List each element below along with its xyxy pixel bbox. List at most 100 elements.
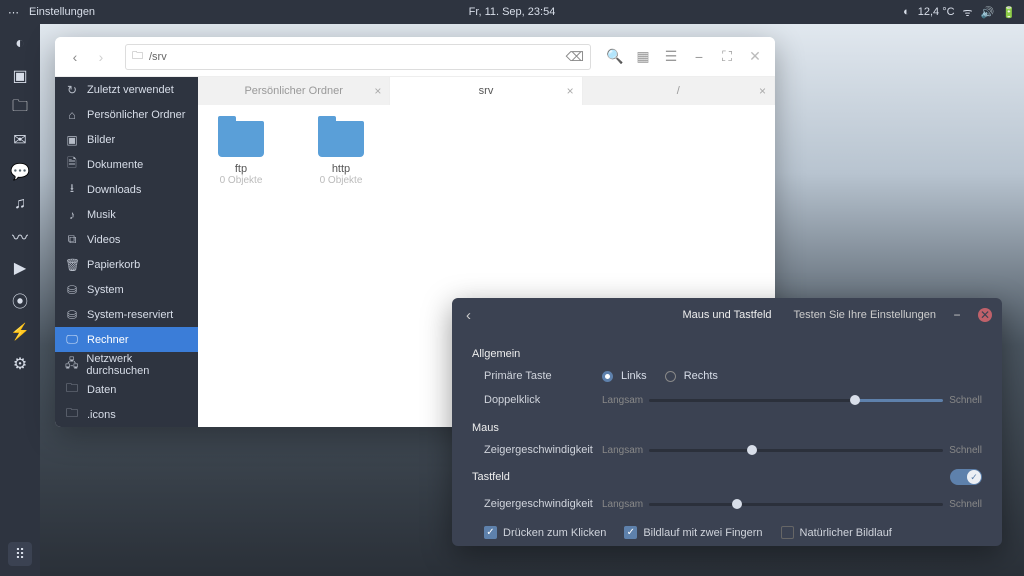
tap-to-click-checkbox[interactable]: ✓Drücken zum Klicken [484, 526, 606, 539]
home-icon: ⌂ [65, 108, 79, 122]
doc-icon: 🗎 [65, 154, 79, 175]
clock[interactable]: Fr, 11. Sep, 23:54 [469, 6, 556, 18]
sidebar-item-system[interactable]: ⛁System [55, 277, 198, 302]
sidebar-item--icons[interactable]: 🗀 .icons [55, 402, 198, 427]
dock-app-terminal-icon[interactable]: ▣ [10, 66, 30, 86]
radio-left-label: Links [621, 370, 647, 382]
sidebar-item-label: .icons [87, 409, 116, 421]
sidebar-item-rechner[interactable]: 🖵Rechner [55, 327, 198, 352]
sidebar-item-label: Papierkorb [87, 259, 140, 271]
sidebar-item-netzwerk-durchsuchen[interactable]: 🖧 Netzwerk durchsuchen [55, 352, 198, 377]
hdd-icon: ⛁ [65, 308, 79, 322]
fast-label: Schnell [949, 395, 982, 406]
wifi-icon[interactable]: ᯤ [963, 5, 973, 20]
video-icon: ⧉ [65, 232, 79, 247]
dock-app-firefox-icon[interactable]: ◐ [10, 34, 30, 54]
back-button[interactable]: ‹ [63, 45, 87, 69]
fast-label: Schnell [949, 499, 982, 510]
maximize-icon[interactable]: ⛶ [715, 45, 739, 69]
search-icon[interactable]: 🔍 [603, 45, 627, 69]
radio-right[interactable] [665, 371, 676, 382]
dock-app-tool-icon[interactable]: ⦿ [10, 290, 30, 310]
dock-app-files-icon[interactable]: 🗀 [10, 98, 30, 118]
touchpad-toggle[interactable] [950, 469, 982, 485]
folder-http[interactable]: http0 Objekte [306, 121, 376, 186]
sidebar-item-dokumente[interactable]: 🗎 Dokumente [55, 152, 198, 177]
volume-icon[interactable]: 🔊 [981, 6, 995, 19]
weather-temp[interactable]: 12,4 °C [918, 6, 955, 18]
doubleclick-label: Doppelklick [472, 394, 602, 406]
folder-icon [318, 121, 364, 157]
sidebar-item-label: Persönlicher Ordner [87, 109, 185, 121]
file-name: http [332, 163, 350, 175]
dock-app-settings-icon[interactable]: ⚙ [10, 354, 30, 374]
doubleclick-slider[interactable] [649, 399, 943, 402]
path-bar[interactable]: 🗀 /srv ⌫ [125, 44, 591, 70]
network-icon: 🖧 [65, 354, 78, 375]
sw-minimize-icon[interactable]: − [950, 308, 964, 322]
sidebar-item-label: Dokumente [87, 159, 143, 171]
tab-label: Persönlicher Ordner [244, 85, 342, 97]
computer-icon: 🖵 [65, 332, 79, 347]
sidebar-item-pers-nlicher-ordner[interactable]: ⌂ Persönlicher Ordner [55, 102, 198, 127]
dock-all-apps-icon[interactable]: ⠿ [8, 542, 32, 566]
clear-path-icon[interactable]: ⌫ [566, 49, 584, 65]
test-settings-button[interactable]: Testen Sie Ihre Einstellungen [794, 309, 936, 321]
fm-header-bar: ‹ › 🗀 /srv ⌫ 🔍 ▦ ☰ − ⛶ ✕ [55, 37, 775, 77]
dock-app-chat-icon[interactable]: 💬 [10, 162, 30, 182]
close-icon[interactable]: ✕ [743, 45, 767, 69]
dock-app-mail-icon[interactable]: ✉ [10, 130, 30, 150]
sidebar-item-downloads[interactable]: ⭳Downloads [55, 177, 198, 202]
battery-icon[interactable]: 🔋 [1002, 6, 1016, 19]
sidebar-item-musik[interactable]: ♪Musik [55, 202, 198, 227]
tab-close-icon[interactable]: × [374, 84, 381, 98]
file-name: ftp [235, 163, 247, 175]
touch-speed-slider[interactable] [649, 503, 943, 506]
back-icon[interactable]: ‹ [462, 303, 475, 328]
sw-close-icon[interactable]: ✕ [978, 308, 992, 322]
sidebar-item-bilder[interactable]: ▣Bilder [55, 127, 198, 152]
natural-scroll-checkbox[interactable]: Natürlicher Bildlauf [781, 526, 892, 539]
dock-app-music-icon[interactable]: ♫ [10, 194, 30, 214]
tab-label: / [677, 85, 680, 97]
tab-pers-nlicher-ordner[interactable]: Persönlicher Ordner × [198, 77, 390, 105]
section-mouse: Maus [472, 422, 982, 434]
folder-icon: 🗀 [65, 404, 79, 425]
app-label[interactable]: Einstellungen [29, 6, 95, 18]
tab-srv[interactable]: srv× [390, 77, 582, 105]
sidebar-item-videos[interactable]: ⧉ Videos [55, 227, 198, 252]
sidebar-item-label: Zuletzt verwendet [87, 84, 174, 96]
radio-right-label: Rechts [684, 370, 718, 382]
sidebar-item-label: Videos [87, 234, 120, 246]
settings-window: ‹ Maus und Tastfeld Testen Sie Ihre Eins… [452, 298, 1002, 546]
tab-close-icon[interactable]: × [567, 84, 574, 98]
minimize-icon[interactable]: − [687, 45, 711, 69]
sidebar-item-label: Netzwerk durchsuchen [86, 353, 188, 377]
forward-button[interactable]: › [89, 45, 113, 69]
radio-left[interactable] [602, 371, 613, 382]
activities-icon[interactable]: ⋯ [8, 6, 19, 19]
dock-app-monitor-icon[interactable]: 〰 [10, 226, 30, 246]
sidebar-item-papierkorb[interactable]: 🗑 Papierkorb [55, 252, 198, 277]
tab-close-icon[interactable]: × [759, 84, 766, 98]
sidebar-item-daten[interactable]: 🗀Daten [55, 377, 198, 402]
trash-icon: 🗑 [65, 258, 79, 272]
tab--[interactable]: /× [583, 77, 775, 105]
dock-app-play-icon[interactable]: ▶ [10, 258, 30, 278]
fm-sidebar: ↻Zuletzt verwendet ⌂ Persönlicher Ordner ▣B… [55, 77, 198, 427]
touch-speed-label: Zeigergeschwindigkeit [472, 498, 602, 510]
mouse-speed-slider[interactable] [649, 449, 943, 452]
sw-header: ‹ Maus und Tastfeld Testen Sie Ihre Eins… [452, 298, 1002, 332]
dock-app-sysmon-icon[interactable]: ⚡ [10, 322, 30, 342]
folder-icon: 🗀 [65, 379, 79, 400]
list-view-icon[interactable]: ☰ [659, 45, 683, 69]
fm-tab-bar: Persönlicher Ordner×srv×/× [198, 77, 775, 105]
hdd-icon: ⛁ [65, 283, 79, 297]
dock: ◐ ▣ 🗀 ✉ 💬 ♫ 〰 ▶ ⦿ ⚡ ⚙ ⠿ [0, 24, 40, 576]
folder-ftp[interactable]: ftp0 Objekte [206, 121, 276, 186]
sidebar-item-label: Musik [87, 209, 116, 221]
grid-view-icon[interactable]: ▦ [631, 45, 655, 69]
sidebar-item-system-reserviert[interactable]: ⛁System-reserviert [55, 302, 198, 327]
two-finger-scroll-checkbox[interactable]: ✓Bildlauf mit zwei Fingern [624, 526, 762, 539]
sidebar-item-zuletzt-verwendet[interactable]: ↻Zuletzt verwendet [55, 77, 198, 102]
